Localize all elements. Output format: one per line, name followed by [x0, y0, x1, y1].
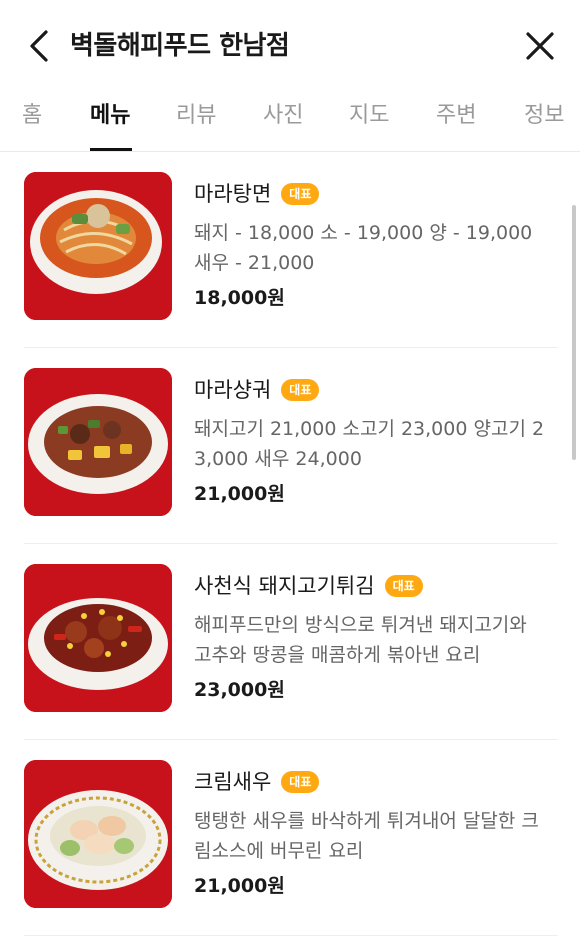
chevron-left-icon [30, 30, 48, 62]
menu-item-photo [24, 172, 172, 320]
menu-item-name: 사천식 돼지고기튀김 [194, 574, 375, 598]
divider [24, 935, 558, 936]
page-title: 벽돌해피푸드 한남점 [70, 31, 290, 61]
tab-map[interactable]: 지도 [349, 100, 389, 132]
vertical-scrollbar[interactable] [572, 205, 576, 460]
tab-nearby[interactable]: 주변 [436, 100, 476, 132]
tab-reviews[interactable]: 리뷰 [176, 100, 216, 132]
tab-info[interactable]: 정보 [524, 100, 564, 132]
menu-item-photo [24, 760, 172, 908]
menu-item-info: 크림새우 대표 탱탱한 새우를 바삭하게 튀겨내어 달달한 크림소스에 버무린 … [194, 764, 554, 900]
signature-badge: 대표 [281, 183, 320, 205]
menu-item-name: 마라탕면 [194, 182, 272, 206]
tab-menu[interactable]: 메뉴 [90, 100, 130, 132]
menu-item-description: 돼지고기 21,000 소고기 23,000 양고기 23,000 새우 24,… [194, 418, 545, 470]
tab-bar: 홈 메뉴 리뷰 사진 지도 주변 정보 [0, 90, 580, 152]
menu-item-photo [24, 368, 172, 516]
fried-pork-image [24, 564, 172, 712]
menu-item-description: 탱탱한 새우를 바삭하게 튀겨내어 달달한 크림소스에 버무린 요리 [194, 810, 539, 862]
stir-fry-image [24, 368, 172, 516]
menu-item-photo [24, 564, 172, 712]
menu-item-name: 크림새우 [194, 770, 272, 794]
menu-item[interactable]: 크림새우 대표 탱탱한 새우를 바삭하게 튀겨내어 달달한 크림소스에 버무린 … [0, 740, 580, 936]
signature-badge: 대표 [281, 771, 320, 793]
top-bar: 벽돌해피푸드 한남점 [0, 0, 580, 90]
menu-item-info: 사천식 돼지고기튀김 대표 해피푸드만의 방식으로 튀겨낸 돼지고기와 고추와 … [194, 568, 554, 704]
menu-item-info: 마라샹궈 대표 돼지고기 21,000 소고기 23,000 양고기 23,00… [194, 372, 554, 508]
menu-item-price: 18,000원 [194, 287, 285, 309]
menu-item-name: 마라샹궈 [194, 378, 272, 402]
noodle-soup-image [24, 172, 172, 320]
menu-item-price: 21,000원 [194, 483, 285, 505]
menu-item[interactable]: 마라샹궈 대표 돼지고기 21,000 소고기 23,000 양고기 23,00… [0, 348, 580, 544]
tab-photos[interactable]: 사진 [263, 100, 303, 132]
menu-item-price: 23,000원 [194, 679, 285, 701]
tab-home[interactable]: 홈 [22, 100, 42, 132]
close-button[interactable] [520, 26, 560, 66]
menu-item-price: 21,000원 [194, 875, 285, 897]
menu-item[interactable]: 사천식 돼지고기튀김 대표 해피푸드만의 방식으로 튀겨낸 돼지고기와 고추와 … [0, 544, 580, 740]
signature-badge: 대표 [281, 379, 320, 401]
menu-item-description: 해피푸드만의 방식으로 튀겨낸 돼지고기와 고추와 땅콩을 매콤하게 볶아낸 요… [194, 614, 527, 666]
close-icon [526, 32, 554, 60]
menu-item-info: 마라탕면 대표 돼지 - 18,000 소 - 19,000 양 - 19,00… [194, 176, 554, 312]
signature-badge: 대표 [384, 575, 423, 597]
active-tab-indicator [90, 148, 132, 151]
cream-shrimp-image [24, 760, 172, 908]
menu-item[interactable]: 마라탕면 대표 돼지 - 18,000 소 - 19,000 양 - 19,00… [0, 152, 580, 348]
back-button[interactable] [24, 24, 58, 68]
menu-item-description: 돼지 - 18,000 소 - 19,000 양 - 19,000 새우 - 2… [194, 222, 533, 274]
